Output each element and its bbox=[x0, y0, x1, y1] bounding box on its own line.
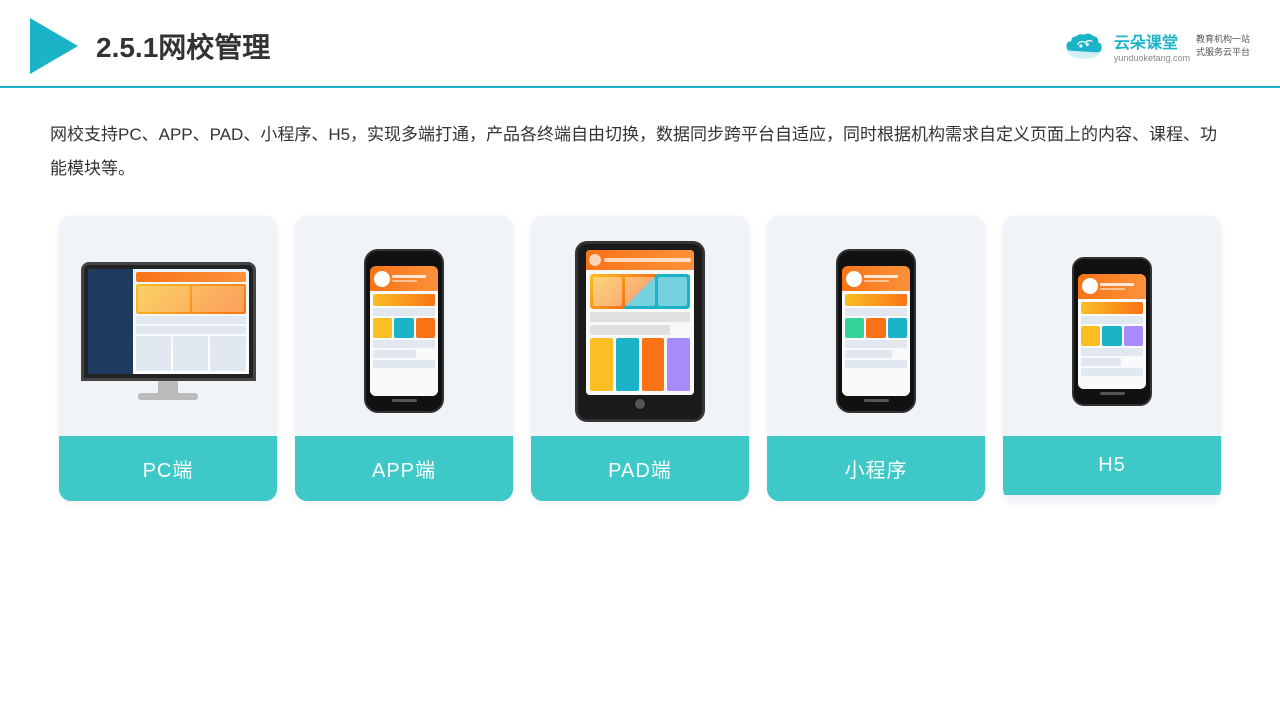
header: 2.5.1网校管理 云朵课堂 yunduoketang.com 教育机构一站式服… bbox=[0, 0, 1280, 88]
card-app-label: APP端 bbox=[295, 436, 513, 501]
header-right: 云朵课堂 yunduoketang.com 教育机构一站式服务云平台 bbox=[1060, 28, 1250, 64]
header-left: 2.5.1网校管理 bbox=[30, 18, 270, 74]
logo-triangle-icon bbox=[30, 18, 78, 74]
pad-tablet-icon bbox=[575, 241, 705, 422]
brand-tagline: 教育机构一站式服务云平台 bbox=[1196, 33, 1250, 58]
card-pc-image bbox=[59, 216, 277, 436]
cloud-icon bbox=[1060, 28, 1108, 64]
main-content: 网校支持PC、APP、PAD、小程序、H5，实现多端打通，产品各终端自由切换，数… bbox=[0, 88, 1280, 521]
card-h5-image bbox=[1003, 216, 1221, 436]
cards-grid: PC端 bbox=[50, 216, 1230, 501]
brand-logo: 云朵课堂 yunduoketang.com 教育机构一站式服务云平台 bbox=[1060, 28, 1250, 64]
card-pad-label: PAD端 bbox=[531, 436, 749, 501]
brand-name: 云朵课堂 bbox=[1114, 29, 1178, 53]
miniprogram-phone-icon bbox=[836, 249, 916, 413]
card-app: APP端 bbox=[295, 216, 513, 501]
app-phone-icon bbox=[364, 249, 444, 413]
h5-phone-icon bbox=[1072, 257, 1152, 406]
card-miniprogram: 小程序 bbox=[767, 216, 985, 501]
card-miniprogram-label: 小程序 bbox=[767, 436, 985, 501]
card-h5-label: H5 bbox=[1003, 436, 1221, 495]
brand-tagline-wrap: 教育机构一站式服务云平台 bbox=[1196, 33, 1250, 58]
card-pad-image bbox=[531, 216, 749, 436]
card-app-image bbox=[295, 216, 513, 436]
card-pc: PC端 bbox=[59, 216, 277, 501]
card-h5: H5 bbox=[1003, 216, 1221, 501]
card-miniprogram-image bbox=[767, 216, 985, 436]
brand-url: yunduoketang.com bbox=[1114, 53, 1190, 63]
pc-monitor-icon bbox=[81, 262, 256, 400]
card-pc-label: PC端 bbox=[59, 436, 277, 501]
description-text: 网校支持PC、APP、PAD、小程序、H5，实现多端打通，产品各终端自由切换，数… bbox=[50, 118, 1230, 186]
page-title: 2.5.1网校管理 bbox=[96, 26, 270, 66]
brand-text: 云朵课堂 yunduoketang.com bbox=[1114, 29, 1190, 63]
card-pad: PAD端 bbox=[531, 216, 749, 501]
